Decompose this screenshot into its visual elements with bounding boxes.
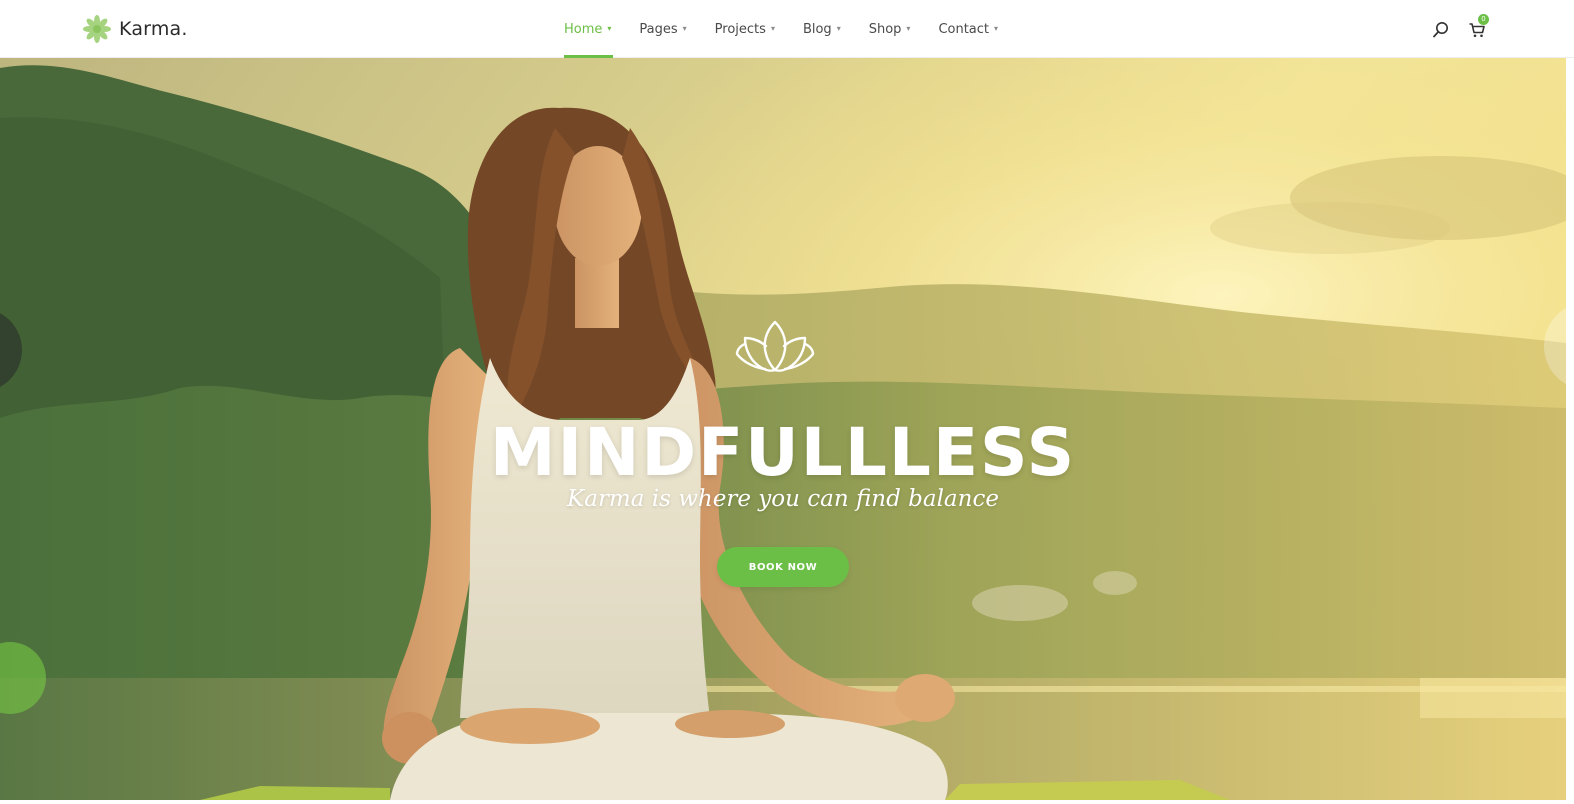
search-button[interactable] xyxy=(1430,19,1452,41)
nav-item-home[interactable]: Home ▾ xyxy=(564,0,614,58)
hero-slider: MINDFULLLESS Karma is where you can find… xyxy=(0,58,1566,800)
nav-item-label: Pages xyxy=(639,21,678,37)
page-edge-bottom xyxy=(0,800,1574,804)
chevron-down-icon: ▾ xyxy=(770,24,775,33)
leaf-logo-icon xyxy=(83,15,111,43)
nav-item-label: Projects xyxy=(714,21,766,37)
chevron-down-icon: ▾ xyxy=(906,24,911,33)
nav-item-projects[interactable]: Projects ▾ xyxy=(715,0,775,58)
nav-item-shop[interactable]: Shop ▾ xyxy=(869,0,911,58)
chevron-down-icon: ▾ xyxy=(836,24,841,33)
nav-item-pages[interactable]: Pages ▾ xyxy=(639,0,686,58)
cart-button[interactable]: 0 xyxy=(1466,14,1489,41)
active-nav-indicator xyxy=(564,55,614,58)
nav-item-label: Contact xyxy=(938,21,990,37)
search-icon xyxy=(1433,22,1448,38)
hero-background-image xyxy=(0,58,1566,800)
nav-item-label: Blog xyxy=(802,21,832,37)
nav-item-label: Home xyxy=(564,21,603,37)
main-nav: Home ▾ Pages ▾ Projects ▾ Blog ▾ Shop ▾ … xyxy=(564,0,1026,58)
site-header: Karma. Home ▾ Pages ▾ Projects ▾ Blog ▾ … xyxy=(0,0,1574,58)
nav-item-contact[interactable]: Contact ▾ xyxy=(938,0,998,58)
header-tools: 0 xyxy=(1430,14,1489,44)
page-edge-right xyxy=(1566,0,1574,804)
nav-item-label: Shop xyxy=(868,21,902,37)
logo-text: Karma. xyxy=(119,18,188,40)
book-now-button[interactable]: BOOK NOW xyxy=(717,547,849,587)
logo[interactable]: Karma. xyxy=(82,14,188,44)
chevron-down-icon: ▾ xyxy=(682,24,687,33)
nav-item-blog[interactable]: Blog ▾ xyxy=(803,0,841,58)
cart-count-badge: 0 xyxy=(1478,14,1489,25)
chevron-down-icon: ▾ xyxy=(994,24,999,33)
chevron-down-icon: ▾ xyxy=(607,24,612,33)
